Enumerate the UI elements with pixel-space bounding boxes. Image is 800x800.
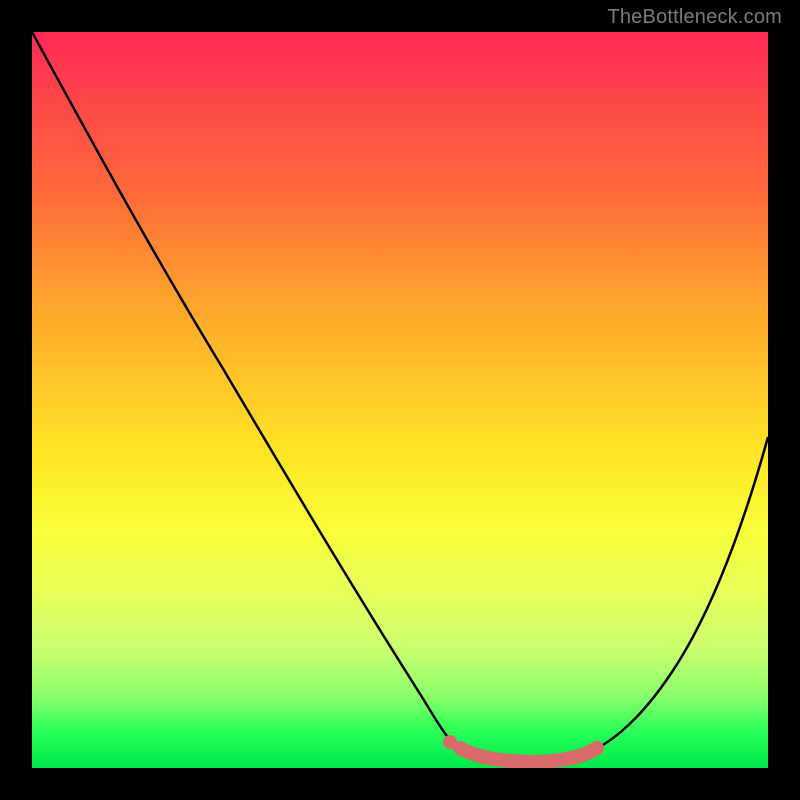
brand-watermark: TheBottleneck.com [607,6,782,29]
bottleneck-curve [32,32,768,761]
optimal-band-dot [443,735,457,749]
plot-svg [32,32,768,768]
chart-frame: TheBottleneck.com [0,0,800,800]
optimal-band [460,748,597,762]
